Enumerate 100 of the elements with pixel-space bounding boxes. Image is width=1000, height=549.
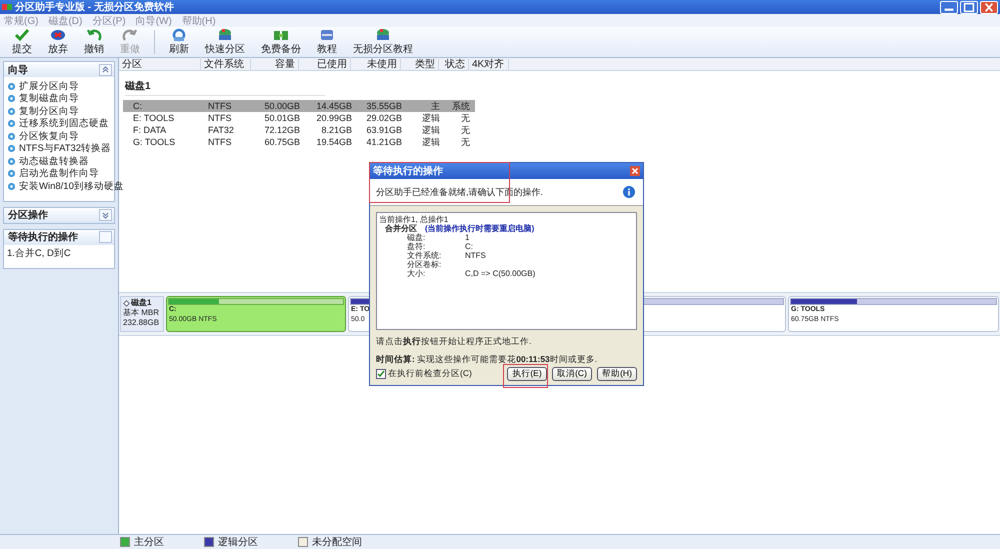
- maximize-icon[interactable]: [960, 0, 978, 14]
- checkbox[interactable]: [376, 369, 386, 379]
- field-label: 磁盘:: [407, 233, 426, 242]
- sidebar-item[interactable]: 扩展分区向导: [19, 80, 79, 93]
- sidebar-item[interactable]: 复制磁盘向导: [19, 92, 79, 106]
- operation-summary: 当前操作1, 总操作1: [379, 215, 450, 224]
- book-icon: [319, 28, 335, 42]
- field-label: 分区卷标:: [407, 260, 442, 269]
- operation-title: 合并分区: [385, 224, 417, 233]
- disk-name: 磁盘1: [123, 298, 161, 308]
- close-icon[interactable]: [630, 166, 640, 176]
- toolbar-button[interactable]: 刷新: [161, 28, 197, 56]
- sidebar-item[interactable]: 迁移系统到固态硬盘: [19, 117, 109, 130]
- table-cell-text: FAT32: [207, 125, 235, 135]
- table-row[interactable]: G: TOOLS NTFS 60.75GB 19.54GB 41.21GB 逻辑 无: [123, 136, 475, 148]
- instruction-text: 请点击执行按钮开始让程序正式地工作.: [376, 336, 532, 348]
- field-value: 1: [465, 233, 470, 242]
- column-header[interactable]: 容量: [251, 57, 299, 71]
- sidebar-item[interactable]: 分区恢复向导: [19, 130, 79, 143]
- table-row[interactable]: E: TOOLS NTFS 50.01GB 20.99GB 29.02GB 逻辑 无: [123, 112, 475, 124]
- sidebar-item[interactable]: 1.合并C, D到C: [7, 247, 71, 260]
- highlight-frame: [503, 364, 548, 388]
- table-cell-text: 14.45GB: [315, 101, 353, 111]
- table-cell-text: F: DATA: [132, 125, 168, 135]
- table-cell-text: 无: [460, 112, 471, 124]
- close-icon[interactable]: [980, 0, 998, 14]
- sidebar-item[interactable]: 复制分区向导: [19, 104, 79, 118]
- toolbar-button[interactable]: 撤销: [76, 28, 112, 56]
- table-cell-text: 63.91GB: [365, 125, 403, 135]
- backup-icon: [273, 28, 289, 42]
- table-cell-text: NTFS: [207, 113, 232, 123]
- table-cell-text: NTFS: [207, 101, 232, 111]
- time-estimate: 时间估算: 实现这些操作可能需要花00:11:53时间或更多.: [376, 354, 598, 366]
- collapse-toggle[interactable]: [99, 209, 112, 221]
- dialog-button[interactable]: 取消(C): [552, 367, 592, 381]
- table-cell-text: E: TOOLS: [132, 113, 176, 123]
- table-row[interactable]: C: NTFS 50.00GB 14.45GB 35.55GB 主 系统: [123, 100, 475, 112]
- dialog-button[interactable]: 执行(E): [507, 367, 547, 381]
- field-label: 文件系统:: [407, 251, 442, 260]
- table-row[interactable]: F: DATA FAT32 72.12GB 8.21GB 63.91GB 逻辑 无: [123, 124, 475, 136]
- table-cell-text: 无: [460, 124, 471, 136]
- disk-icon: [375, 28, 391, 42]
- toolbar-button[interactable]: 无损分区教程: [345, 28, 421, 56]
- column-header[interactable]: 已使用: [299, 57, 351, 71]
- column-header[interactable]: 类型: [401, 57, 439, 71]
- toolbar-button[interactable]: 教程: [309, 28, 345, 56]
- collapse-toggle[interactable]: [99, 231, 112, 243]
- dialog-title: 等待执行的操作: [373, 164, 443, 178]
- legend-label: 未分配空间: [312, 536, 362, 549]
- table-cell-text: 8.21GB: [320, 125, 353, 135]
- checkbox-label[interactable]: 在执行前检查分区(C): [388, 368, 472, 380]
- toolbar-button[interactable]: 免费备份: [253, 28, 309, 56]
- info-icon: [623, 186, 635, 198]
- field-value: C:: [465, 242, 473, 251]
- table-cell-text: 35.55GB: [365, 101, 403, 111]
- sidebar-item[interactable]: 启动光盘制作向导: [19, 167, 99, 180]
- panel-title: 向导: [8, 64, 28, 76]
- table-cell-text: 系统: [451, 100, 471, 112]
- refresh-icon: [171, 28, 187, 42]
- field-value: C,D => C(50.00GB): [465, 269, 536, 278]
- column-header[interactable]: 4K对齐: [469, 57, 509, 71]
- column-header[interactable]: 未使用: [351, 57, 401, 71]
- table-cell-text: 逻辑: [421, 112, 441, 124]
- table-cell-text: 逻辑: [421, 124, 441, 136]
- legend-label: 主分区: [134, 536, 164, 549]
- disk-icon: [217, 28, 233, 42]
- table-cell-text: C:: [132, 101, 143, 111]
- sidebar-item[interactable]: NTFS与FAT32转换器: [19, 142, 112, 156]
- check-icon: [14, 28, 30, 42]
- disk-info[interactable]: 磁盘1 基本 MBR 232.88GB: [120, 296, 164, 332]
- check-icon: [377, 370, 385, 378]
- toolbar-button[interactable]: 快速分区: [197, 28, 253, 56]
- disk-size: 232.88GB: [123, 318, 160, 328]
- table-cell-text: 逻辑: [421, 136, 441, 148]
- operation-note: (当前操作执行时需要重启电脑): [425, 224, 534, 233]
- sidebar-item[interactable]: 动态磁盘转换器: [19, 154, 89, 168]
- table-cell-text: G: TOOLS: [132, 137, 176, 147]
- table-cell-text: 无: [460, 136, 471, 148]
- table-cell-text: 50.01GB: [263, 113, 301, 123]
- column-header[interactable]: 文件系统: [201, 57, 251, 71]
- table-cell-text: 29.02GB: [365, 113, 403, 123]
- column-header[interactable]: 分区: [119, 57, 201, 71]
- disk-type: 基本 MBR: [123, 308, 160, 318]
- table-cell-text: 主: [430, 100, 441, 112]
- toolbar-button[interactable]: 放弃: [40, 28, 76, 56]
- column-header[interactable]: 状态: [439, 57, 469, 71]
- table-cell-text: 41.21GB: [365, 137, 403, 147]
- table-cell-text: 60.75GB: [263, 137, 301, 147]
- panel-title: 等待执行的操作: [8, 230, 78, 244]
- toolbar-button[interactable]: 提交: [4, 28, 40, 56]
- panel-title: 分区操作: [8, 208, 48, 222]
- minimize-icon[interactable]: [940, 0, 958, 14]
- collapse-toggle[interactable]: [99, 64, 112, 76]
- chevron-up-icon: [102, 66, 109, 73]
- chevron-down-icon: [102, 212, 109, 218]
- disk-heading: 磁盘1: [125, 79, 325, 96]
- table-cell-text: NTFS: [207, 137, 232, 147]
- dialog-button[interactable]: 帮助(H): [597, 367, 637, 381]
- disc-icon: [50, 28, 66, 42]
- sidebar-item[interactable]: 安装Win8/10到移动硬盘: [19, 180, 124, 193]
